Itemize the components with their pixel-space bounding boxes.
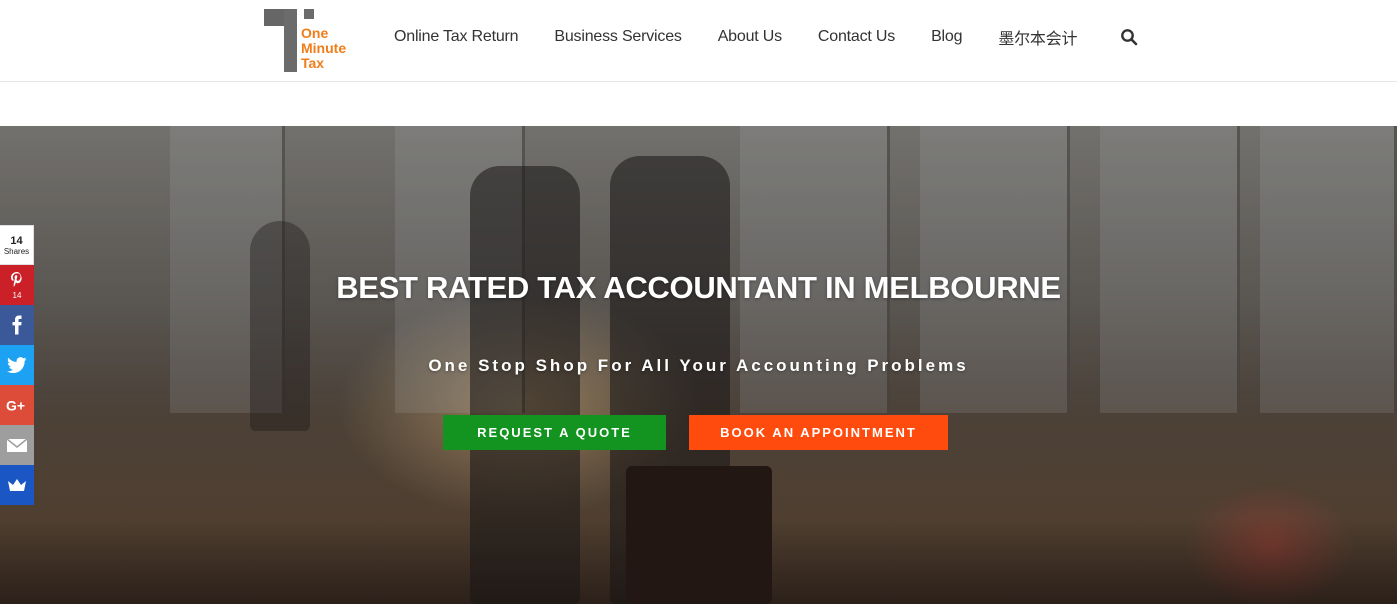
facebook-share-button[interactable] xyxy=(0,305,34,345)
pinterest-share-button[interactable]: 14 xyxy=(0,265,34,305)
search-icon[interactable] xyxy=(1120,28,1138,46)
google-plus-icon: G+ xyxy=(6,398,25,412)
email-icon xyxy=(6,437,28,452)
logo-line-1: One xyxy=(301,25,329,41)
request-quote-button[interactable]: REQUEST A QUOTE xyxy=(443,415,666,450)
share-total-label: Shares xyxy=(3,246,30,256)
svg-text:G+: G+ xyxy=(6,398,25,412)
nav-blog[interactable]: Blog xyxy=(931,28,962,46)
nav-online-tax-return[interactable]: Online Tax Return xyxy=(394,28,519,46)
logo-mark-top xyxy=(264,9,284,26)
email-share-button[interactable] xyxy=(0,425,34,465)
facebook-icon xyxy=(12,315,22,335)
logo-mark-dot xyxy=(304,9,314,19)
logo-line-3: Tax xyxy=(301,55,325,71)
site-header: One Minute Tax Online Tax Return Busines… xyxy=(0,0,1397,82)
sumome-share-button[interactable] xyxy=(0,465,34,505)
nav-contact-us[interactable]: Contact Us xyxy=(818,28,895,46)
book-appointment-button[interactable]: BOOK AN APPOINTMENT xyxy=(689,415,948,450)
share-total-count: 14 xyxy=(10,234,23,247)
twitter-share-button[interactable] xyxy=(0,345,34,385)
pinterest-icon xyxy=(11,271,22,287)
nav-chinese-accounting[interactable]: 墨尔本会计 xyxy=(998,25,1077,49)
site-logo[interactable]: One Minute Tax xyxy=(264,9,364,73)
share-total: 14 Shares xyxy=(0,225,34,265)
twitter-icon xyxy=(7,356,27,373)
logo-mark-stem xyxy=(284,9,297,72)
google-plus-share-button[interactable]: G+ xyxy=(0,385,34,425)
logo-wordmark: One Minute Tax xyxy=(301,26,346,71)
nav-about-us[interactable]: About Us xyxy=(718,28,782,46)
hero-subtitle: One Stop Shop For All Your Accounting Pr… xyxy=(428,356,969,375)
social-share-bar: 14 Shares 14 G+ xyxy=(0,225,34,505)
hero-title: BEST RATED TAX ACCOUNTANT IN MELBOURNE xyxy=(336,270,1061,305)
pinterest-share-count: 14 xyxy=(12,290,22,300)
nav-business-services[interactable]: Business Services xyxy=(554,28,682,46)
crown-icon xyxy=(8,479,26,491)
main-nav: Online Tax Return Business Services Abou… xyxy=(394,26,1138,48)
hero-banner: BEST RATED TAX ACCOUNTANT IN MELBOURNE O… xyxy=(0,126,1397,604)
logo-line-2: Minute xyxy=(301,40,347,56)
